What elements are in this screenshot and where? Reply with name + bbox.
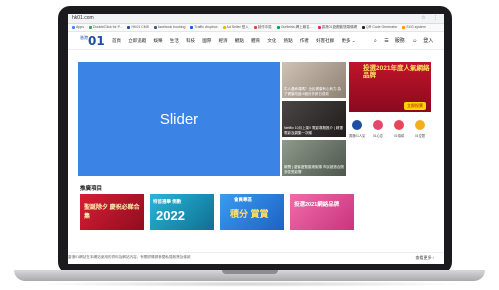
bookmark-item[interactable]: facebook booking (153, 24, 185, 31)
thumb-card[interactable]: 新聞 | 遊客遊覽香港街頭 市民被邀合照 多區受影響 (282, 140, 346, 176)
nav-item-culture[interactable]: 文化 (267, 38, 276, 43)
nav-item-sports[interactable]: 體育 (251, 38, 260, 43)
bookmarks-bar: Apps DoubleClick for P... HK01 CMS faceb… (68, 24, 444, 32)
bookmark-icon (361, 25, 365, 29)
view-more-link[interactable]: 查看更多 › (416, 255, 434, 261)
bookmark-item[interactable]: 創作中區 (253, 24, 272, 31)
nav-item-home[interactable]: 首頁 (112, 38, 121, 43)
quicklink-item[interactable]: 01心意 (370, 120, 386, 138)
bookmark-icon (222, 25, 226, 29)
logo-number: 01 (88, 34, 105, 48)
bookmark-item[interactable]: Ourfields 網上報名... (276, 24, 313, 31)
slider-label: Slider (159, 110, 199, 128)
nav-item-more[interactable]: 更多 ⌄ (341, 38, 355, 43)
bookmark-icon (190, 25, 194, 29)
promo-card-title: 積分 賞賞 (230, 209, 269, 219)
privacy-notice: 香港01網站在本網站使用的資料及網站內容，有關詳情請參閱私隱政策及條款 (68, 255, 191, 259)
quicklink-icon (373, 120, 383, 130)
laptop-notch (222, 270, 278, 274)
bookmark-item[interactable]: Ad Seller 登入 (222, 24, 249, 31)
thumb-card[interactable]: 牛人遇命運嗎？全民健康有心有力 為了健康改變 6個月作即日成效 (282, 62, 346, 98)
featured-thumbs: 牛人遇命運嗎？全民健康有心有力 為了健康改變 6個月作即日成效 Netflix … (282, 62, 346, 179)
nav-item-authors[interactable]: 作者 (300, 38, 309, 43)
nav-item-entertainment[interactable]: 娛樂 (154, 38, 163, 43)
bookmark-item[interactable]: DoubleClick for P... (88, 24, 122, 31)
bookmark-icon (88, 25, 92, 29)
thumb-caption: 新聞 | 遊客遊覽香港街頭 市民被邀合照 多區受影響 (284, 165, 344, 174)
quicklink-item[interactable]: 01空間 (412, 120, 428, 138)
quicklink-label: 01心意 (373, 134, 383, 138)
bookmark-icon (317, 25, 321, 29)
bookmark-icon (253, 25, 257, 29)
quicklink-label: 01領域 (394, 134, 404, 138)
nav-item-opinion[interactable]: 觀點 (235, 38, 244, 43)
promo-card-subtitle: 特首選舉 倒數 (153, 199, 182, 204)
thumb-caption: 牛人遇命運嗎？全民健康有心有力 為了健康改變 6個月作即日成效 (284, 87, 341, 96)
login-link[interactable]: 登入 (423, 38, 433, 44)
main-nav: 首頁 立即追蹤 娛樂 生活 科技 國際 經濟 觀點 體育 文化 熱點 作者 好客… (112, 38, 361, 44)
promo-section-title: 推廣項目 (80, 186, 103, 192)
nav-item-follow[interactable]: 立即追蹤 (128, 38, 146, 43)
vote-button[interactable]: 立即投票 (404, 102, 426, 110)
url-text[interactable]: hk01.com (72, 15, 94, 21)
promo-card[interactable]: 特首選舉 倒數 2022 (150, 194, 214, 230)
service-link[interactable]: 服務 (395, 38, 405, 44)
quicklink-icon (352, 120, 362, 130)
laptop-shadow (30, 281, 470, 287)
ad-banner[interactable]: 投選2021年度人氣網絡品牌 立即投票 (349, 62, 431, 112)
site-header: 香港 01 首頁 立即追蹤 娛樂 生活 科技 國際 經濟 觀點 體育 文化 熱點… (68, 33, 444, 50)
user-icon[interactable]: ☺ (412, 38, 417, 44)
header-actions: ⌕ ☰ 服務 ☺ 登入 (374, 37, 439, 44)
promo-card-title: 投選2021網絡品牌 (294, 202, 340, 208)
quick-links: 香港01人氣 01心意 01領域 01空間 (349, 120, 431, 142)
promo-card-title: 2022 (156, 208, 185, 223)
nav-item-economy[interactable]: 經濟 (219, 38, 228, 43)
promo-card-title: 聖誕除夕 慶祝必睇合集 (84, 205, 140, 220)
nav-item-hot[interactable]: 熱點 (284, 38, 293, 43)
bookmark-item[interactable]: HK01 CMS (127, 24, 149, 31)
browser-url-bar: hk01.com ☆ ⋮ (68, 14, 444, 24)
nav-item-international[interactable]: 國際 (202, 38, 211, 43)
laptop-screen: hk01.com ☆ ⋮ Apps DoubleClick for P... H… (68, 14, 444, 264)
search-icon[interactable]: ⌕ (374, 38, 377, 44)
thumb-card[interactable]: Netflix 10月上架!! 電影專題推介 | 精選電影及劇集一次睇 (282, 101, 346, 137)
bookmark-icon (402, 25, 406, 29)
quicklink-icon (415, 120, 425, 130)
bookmark-item[interactable]: QR Code Generator (361, 24, 397, 31)
nav-item-tech[interactable]: 科技 (186, 38, 195, 43)
hk01-logo[interactable]: 香港 01 (80, 34, 108, 48)
nav-item-life[interactable]: 生活 (170, 38, 179, 43)
quicklink-label: 香港01人氣 (349, 134, 366, 138)
promo-card-subtitle: 會員專區 (234, 197, 252, 202)
footer-notice-bar: 香港01網站在本網站使用的資料及網站內容，有關詳情請參閱私隱政策及條款 查看更多… (68, 252, 444, 263)
ad-title: 投選2021年度人氣網絡品牌 (363, 65, 430, 79)
bookmark-item[interactable]: Traffic dropbox (190, 24, 218, 31)
bookmark-item[interactable]: Apps (72, 24, 84, 31)
quicklink-item[interactable]: 香港01人氣 (349, 120, 365, 138)
quicklink-item[interactable]: 01領域 (391, 120, 407, 138)
quicklink-icon (394, 120, 404, 130)
bookmark-icon (153, 25, 157, 29)
promo-card[interactable]: 會員專區 積分 賞賞 (220, 194, 284, 230)
bookmark-icon (72, 25, 75, 29)
bookmark-item[interactable]: 香港01遊戲動態頭條網 (317, 24, 357, 31)
menu-icon[interactable]: ☰ (384, 38, 388, 44)
promo-card[interactable]: 投選2021網絡品牌 (290, 194, 354, 230)
bookmark-item[interactable]: SXG system (402, 24, 426, 31)
logo-text: 香港 (80, 35, 88, 40)
thumb-caption: Netflix 10月上架!! 電影專題推介 | 精選電影及劇集一次睇 (284, 126, 343, 135)
promo-card[interactable]: 聖誕除夕 慶祝必睇合集 (80, 194, 144, 230)
browser-toolbar-icons[interactable]: ☆ ⋮ (421, 15, 441, 21)
quicklink-label: 01空間 (415, 134, 425, 138)
nav-item-community[interactable]: 好客社群 (316, 38, 334, 43)
hero-slider[interactable]: Slider (78, 62, 280, 176)
bookmark-icon (276, 25, 280, 29)
